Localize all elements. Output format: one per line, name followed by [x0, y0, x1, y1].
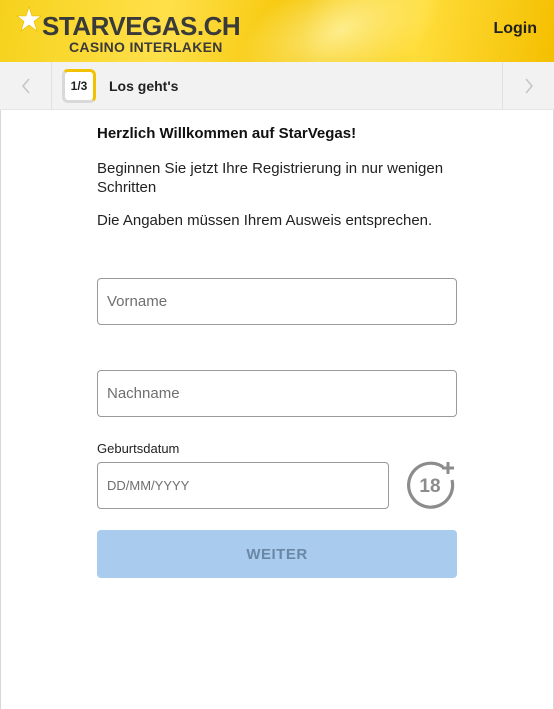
svg-text:18: 18: [419, 476, 440, 497]
chevron-left-icon: [21, 78, 30, 94]
logo-sub-text: CASINO INTERLAKEN: [69, 39, 223, 55]
dob-field[interactable]: [97, 462, 389, 509]
login-link[interactable]: Login: [493, 20, 537, 38]
logo-main-text: STARVEGAS.CH: [42, 11, 241, 41]
firstname-field[interactable]: [97, 278, 457, 325]
step-title: Los geht's: [109, 78, 179, 94]
site-header: STARVEGAS.CH CASINO INTERLAKEN Login: [0, 0, 554, 62]
starvegas-logo[interactable]: STARVEGAS.CH CASINO INTERLAKEN: [16, 6, 241, 56]
id-notice-text: Die Angaben müssen Ihrem Ausweis entspre…: [97, 212, 433, 229]
intro-text: Beginnen Sie jetzt Ihre Registrierung in…: [97, 160, 444, 196]
star-logo-icon: [16, 6, 42, 32]
weiter-button[interactable]: WEITER: [97, 530, 457, 578]
dob-label: Geburtsdatum: [97, 441, 180, 456]
next-step-button[interactable]: [502, 62, 554, 110]
chevron-right-icon: [524, 78, 533, 94]
header-glow: [214, 0, 466, 62]
step-indicator: 1/3: [62, 69, 96, 103]
age-18-plus-icon: 18: [407, 461, 455, 509]
welcome-heading: Herzlich Willkommen auf StarVegas!: [97, 125, 357, 142]
step-bar: 1/3 Los geht's: [0, 62, 554, 110]
prev-step-button[interactable]: [0, 62, 52, 110]
intro-section: Herzlich Willkommen auf StarVegas! Begin…: [97, 124, 457, 230]
lastname-field[interactable]: [97, 370, 457, 417]
